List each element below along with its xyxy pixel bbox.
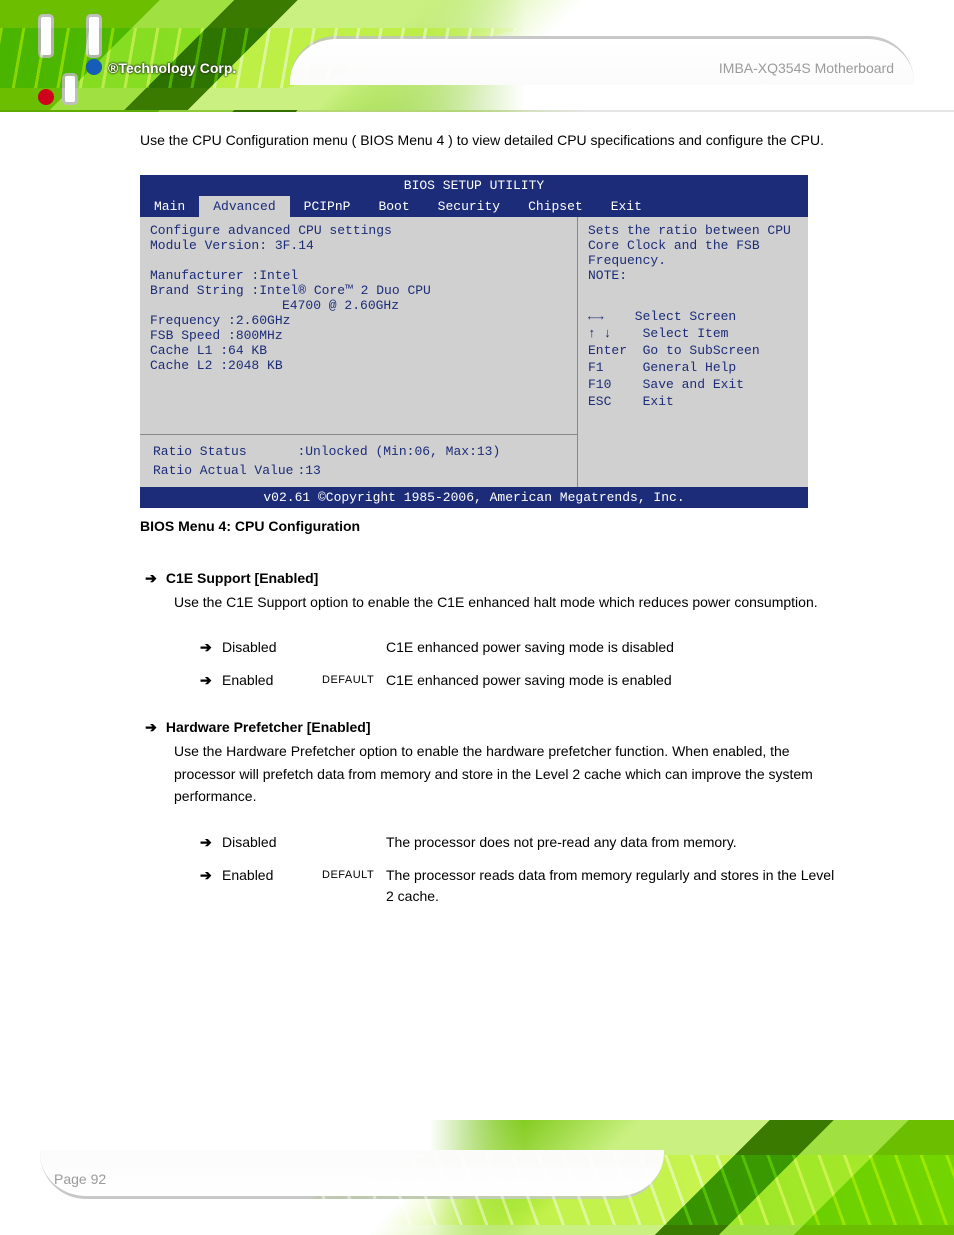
- bios-fsb-speed: FSB Speed :800MHz: [150, 328, 567, 343]
- footer-band: Page 92: [0, 1120, 954, 1235]
- bios-help-pane: Sets the ratio between CPU Core Clock an…: [577, 217, 808, 487]
- intro-paragraph: Use the CPU Configuration menu ( BIOS Me…: [140, 130, 844, 151]
- bios-key-f1: F1 General Help: [588, 360, 798, 375]
- option-hwprefetch-description: Use the Hardware Prefetcher option to en…: [174, 740, 844, 807]
- option-hwprefetch-enabled-desc: The processor reads data from memory reg…: [386, 865, 844, 907]
- option-hwprefetch-enabled-row: ➔ Enabled DEFAULT The processor reads da…: [200, 865, 844, 907]
- option-c1e-enabled-value: Enabled: [222, 670, 322, 691]
- bios-left-pane: Configure advanced CPU settings Module V…: [140, 217, 577, 435]
- arrow-icon: ➔: [200, 832, 222, 853]
- bios-section-title: Configure advanced CPU settings: [150, 223, 567, 238]
- option-hwprefetch-disabled-row: ➔ Disabled The processor does not pre-re…: [200, 832, 844, 853]
- option-c1e-enabled-row: ➔ Enabled DEFAULT C1E enhanced power sav…: [200, 670, 844, 691]
- bios-cpu-brand: Brand String :Intel® Core™ 2 Duo CPU: [150, 283, 567, 298]
- bios-tab-bar: Main Advanced PCIPnP Boot Security Chips…: [140, 196, 808, 217]
- option-c1e-heading: ➔ C1E Support [Enabled]: [140, 570, 844, 587]
- option-c1e-disabled-desc: C1E enhanced power saving mode is disabl…: [386, 637, 844, 658]
- page-number: Page 92: [54, 1171, 106, 1187]
- bios-ratio-actual-value: :13: [296, 462, 501, 479]
- bios-ratio-status-label: Ratio Status: [152, 443, 294, 460]
- bios-key-f10: F10 Save and Exit: [588, 377, 798, 392]
- brand-tagline: ®Technology Corp.: [108, 60, 236, 76]
- bios-key-enter: Enter Go to SubScreen: [588, 343, 798, 358]
- option-c1e-disabled-value: Disabled: [222, 637, 322, 658]
- iei-logo: [36, 14, 116, 108]
- option-hwprefetch-label: Hardware Prefetcher [Enabled]: [166, 719, 371, 735]
- default-tag: DEFAULT: [322, 865, 386, 884]
- bios-cpu-manufacturer: Manufacturer :Intel: [150, 268, 567, 283]
- bios-ratio-status-value: :Unlocked (Min:06, Max:13): [296, 443, 501, 460]
- option-hwprefetch-disabled-value: Disabled: [222, 832, 322, 853]
- arrow-icon: ➔: [140, 570, 162, 587]
- arrow-icon: ➔: [200, 637, 222, 658]
- arrow-icon: ➔: [200, 670, 222, 691]
- figure-caption: BIOS Menu 4: CPU Configuration: [140, 518, 844, 534]
- bios-help-text: Sets the ratio between CPU Core Clock an…: [588, 223, 798, 268]
- arrow-icon: ➔: [200, 865, 222, 886]
- bios-key-esc: ESC Exit: [588, 394, 798, 409]
- option-c1e-description: Use the C1E Support option to enable the…: [174, 591, 844, 613]
- option-hwprefetch-enabled-value: Enabled: [222, 865, 322, 886]
- option-c1e-enabled-desc: C1E enhanced power saving mode is enable…: [386, 670, 844, 691]
- bios-cpu-brand-line2: E4700 @ 2.60GHz: [150, 298, 567, 313]
- footer-swoosh: [40, 1150, 664, 1199]
- page-body: Use the CPU Configuration menu ( BIOS Me…: [140, 130, 844, 919]
- bios-left-lower: Ratio Status :Unlocked (Min:06, Max:13) …: [140, 435, 577, 487]
- bios-ratio-actual-label: Ratio Actual Value: [152, 462, 294, 479]
- bios-cpu-frequency: Frequency :2.60GHz: [150, 313, 567, 328]
- bios-tab-exit: Exit: [597, 196, 656, 217]
- option-hwprefetch-disabled-desc: The processor does not pre-read any data…: [386, 832, 844, 853]
- bios-title: BIOS SETUP UTILITY: [140, 175, 808, 196]
- bios-module-version: Module Version: 3F.14: [150, 238, 567, 253]
- bios-tab-security: Security: [424, 196, 514, 217]
- bios-key-up-down: ↑ ↓ Select Item: [588, 326, 798, 341]
- bios-cache-l1: Cache L1 :64 KB: [150, 343, 567, 358]
- document-title: IMBA-XQ354S Motherboard: [719, 60, 894, 76]
- default-tag: DEFAULT: [322, 670, 386, 689]
- bios-copyright: v02.61 ©Copyright 1985-2006, American Me…: [140, 487, 808, 508]
- bios-tab-pcipnp: PCIPnP: [290, 196, 365, 217]
- bios-screenshot: BIOS SETUP UTILITY Main Advanced PCIPnP …: [140, 175, 808, 508]
- option-c1e-disabled-row: ➔ Disabled C1E enhanced power saving mod…: [200, 637, 844, 658]
- option-c1e-disabled-tag: [322, 637, 386, 639]
- bios-tab-boot: Boot: [364, 196, 423, 217]
- bios-tab-chipset: Chipset: [514, 196, 597, 217]
- header-band: ®Technology Corp. IMBA-XQ354S Motherboar…: [0, 0, 954, 112]
- bios-cache-l2: Cache L2 :2048 KB: [150, 358, 567, 373]
- arrow-icon: ➔: [140, 719, 162, 736]
- option-c1e-label: C1E Support [Enabled]: [166, 570, 318, 586]
- bios-tab-advanced: Advanced: [199, 196, 289, 217]
- bios-help-note: NOTE:: [588, 268, 798, 283]
- option-hwprefetch-heading: ➔ Hardware Prefetcher [Enabled]: [140, 719, 844, 736]
- header-swoosh: [290, 36, 914, 85]
- option-hwprefetch-disabled-tag: [322, 832, 386, 834]
- bios-tab-main: Main: [140, 196, 199, 217]
- bios-key-left-right: ←→ Select Screen: [588, 309, 798, 324]
